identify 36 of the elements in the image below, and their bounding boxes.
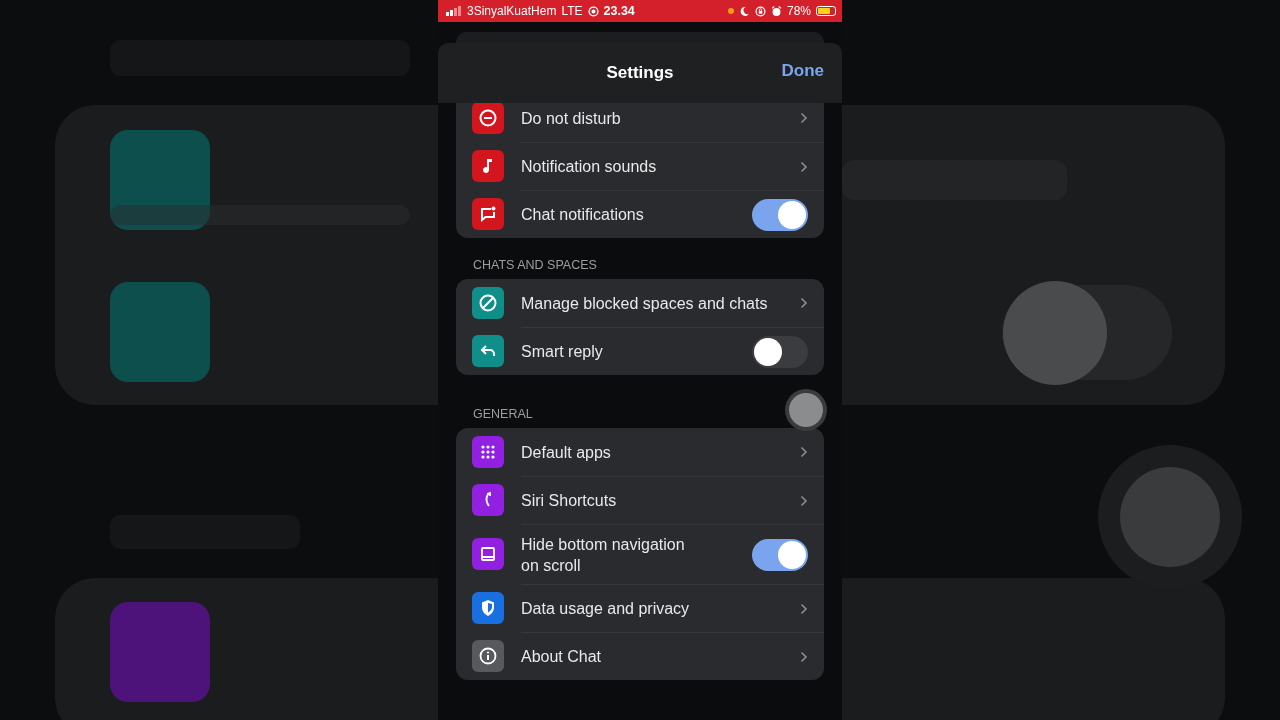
alarm-icon (770, 5, 782, 17)
toggle-switch[interactable] (752, 335, 808, 368)
toggle-switch[interactable] (752, 538, 808, 571)
chevron-icon[interactable] (800, 297, 808, 309)
toggle-switch[interactable] (752, 198, 808, 231)
dot-icon (727, 8, 734, 14)
setting-label: About Chat (521, 647, 603, 667)
setting-label: Chat notifications (521, 205, 645, 225)
setting-label: Default apps (521, 442, 612, 463)
setting-label: Notification sounds (521, 157, 658, 177)
setting-label: Smart reply (521, 342, 604, 362)
setting-label: Do not disturb (521, 108, 622, 129)
assistive-touch-button[interactable] (785, 389, 827, 431)
chevron-icon[interactable] (800, 160, 808, 173)
signal-icon (446, 6, 462, 16)
network-type: LTE (561, 4, 583, 18)
section-header: GENERAL (473, 406, 533, 423)
section-header: CHATS AND SPACES (473, 257, 597, 274)
battery-percent: 78% (786, 4, 811, 18)
chevron-icon[interactable] (800, 650, 808, 663)
done-button[interactable]: Done (781, 61, 824, 81)
screen-title: Settings (606, 63, 674, 83)
chevron-icon[interactable] (800, 494, 808, 507)
setting-label: Siri Shortcuts (521, 491, 618, 511)
setting-label: Manage blocked spaces and chats (521, 293, 769, 314)
chevron-icon[interactable] (800, 112, 808, 124)
moon-icon (738, 5, 750, 17)
lock-rotation-icon (754, 5, 766, 17)
carrier-name: 3SinyalKuatHem (467, 4, 557, 18)
chevron-icon[interactable] (800, 446, 808, 458)
clock-time: 23.34 (603, 4, 635, 18)
setting-label: Hide bottom navigation on scroll (521, 534, 686, 576)
battery-icon (816, 6, 836, 16)
setting-label: Data usage and privacy (521, 599, 691, 619)
chevron-icon[interactable] (800, 602, 808, 615)
record-icon (587, 5, 599, 17)
